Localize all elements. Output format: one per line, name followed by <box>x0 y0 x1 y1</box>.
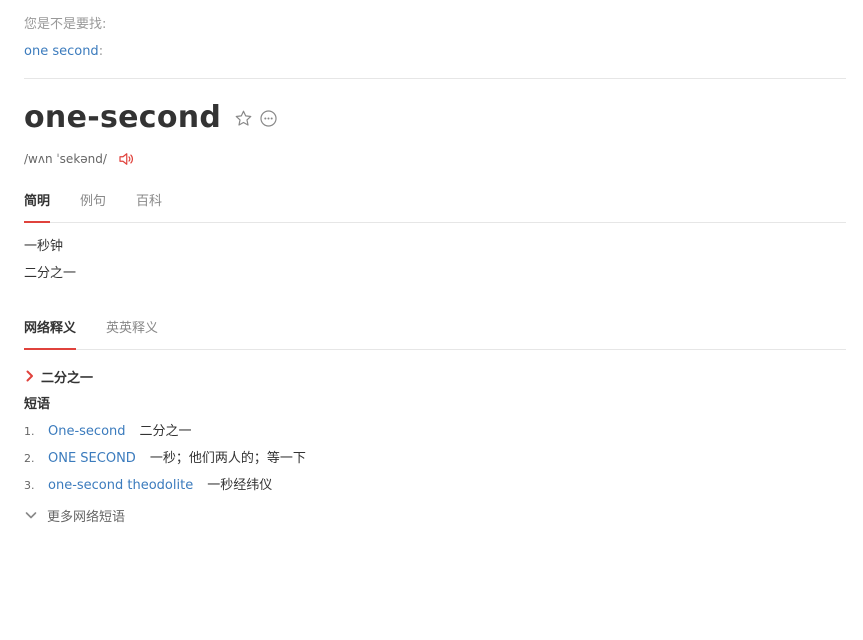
suggestion-colon: : <box>98 44 104 59</box>
web-definition-text: 二分之一 <box>41 370 94 386</box>
phonetic: /wʌn ˈsekənd/ <box>24 152 107 166</box>
basic-tabs: 简明 例句 百科 <box>24 186 846 223</box>
list-item: 1. One-second 二分之一 <box>24 422 306 449</box>
meaning-item: 二分之一 <box>24 266 77 281</box>
phrase-translation: 二分之一 <box>139 424 192 439</box>
list-item: 3. one-second theodolite 一秒经纬仪 <box>24 476 306 503</box>
divider <box>24 78 846 79</box>
web-definition: 二分之一 <box>24 366 93 386</box>
chevron-down-icon <box>24 508 38 522</box>
suggestion-link[interactable]: one second <box>24 44 99 59</box>
did-you-mean-title: 您是不是要找: <box>24 17 107 32</box>
more-phrases-label: 更多网络短语 <box>47 509 126 525</box>
more-phrases-button[interactable]: 更多网络短语 <box>24 505 125 525</box>
tab-web-definitions[interactable]: 网络释义 <box>24 313 77 350</box>
chevron-right-icon <box>24 370 36 382</box>
phonetic-row: /wʌn ˈsekənd/ <box>24 148 135 170</box>
phrase-number: 3. <box>24 479 35 492</box>
did-you-mean-row: one second: <box>24 43 106 61</box>
phrase-link[interactable]: one-second theodolite <box>48 476 193 503</box>
did-you-mean: 您是不是要找: one second: <box>24 16 106 61</box>
list-item: 2. ONE SECOND 一秒；他们两人的；等一下 <box>24 449 306 476</box>
meaning-item: 一秒钟 <box>24 239 64 254</box>
phrase-translation: 一秒经纬仪 <box>207 478 273 493</box>
phrase-link[interactable]: ONE SECOND <box>48 449 136 476</box>
phrase-translation: 一秒；他们两人的；等一下 <box>149 451 306 466</box>
headword-row: one-second <box>24 96 279 140</box>
tab-encyclopedia[interactable]: 百科 <box>136 186 162 222</box>
basic-meanings: 一秒钟 二分之一 <box>24 238 76 292</box>
more-options-icon[interactable] <box>257 107 279 129</box>
phrase-number: 1. <box>24 425 35 438</box>
speaker-icon[interactable] <box>117 150 135 168</box>
definition-tabs: 网络释义 英英释义 <box>24 313 846 350</box>
star-outline-icon[interactable] <box>232 107 254 129</box>
tab-english-definitions[interactable]: 英英释义 <box>106 313 158 349</box>
phrases-title: 短语 <box>24 397 51 412</box>
tab-brief[interactable]: 简明 <box>24 186 51 223</box>
phrase-list: 1. One-second 二分之一 2. ONE SECOND 一秒；他们两人… <box>24 422 306 503</box>
tab-examples[interactable]: 例句 <box>80 186 106 222</box>
phrase-number: 2. <box>24 452 35 465</box>
phrase-link[interactable]: One-second <box>48 422 126 449</box>
headword: one-second <box>24 100 222 135</box>
